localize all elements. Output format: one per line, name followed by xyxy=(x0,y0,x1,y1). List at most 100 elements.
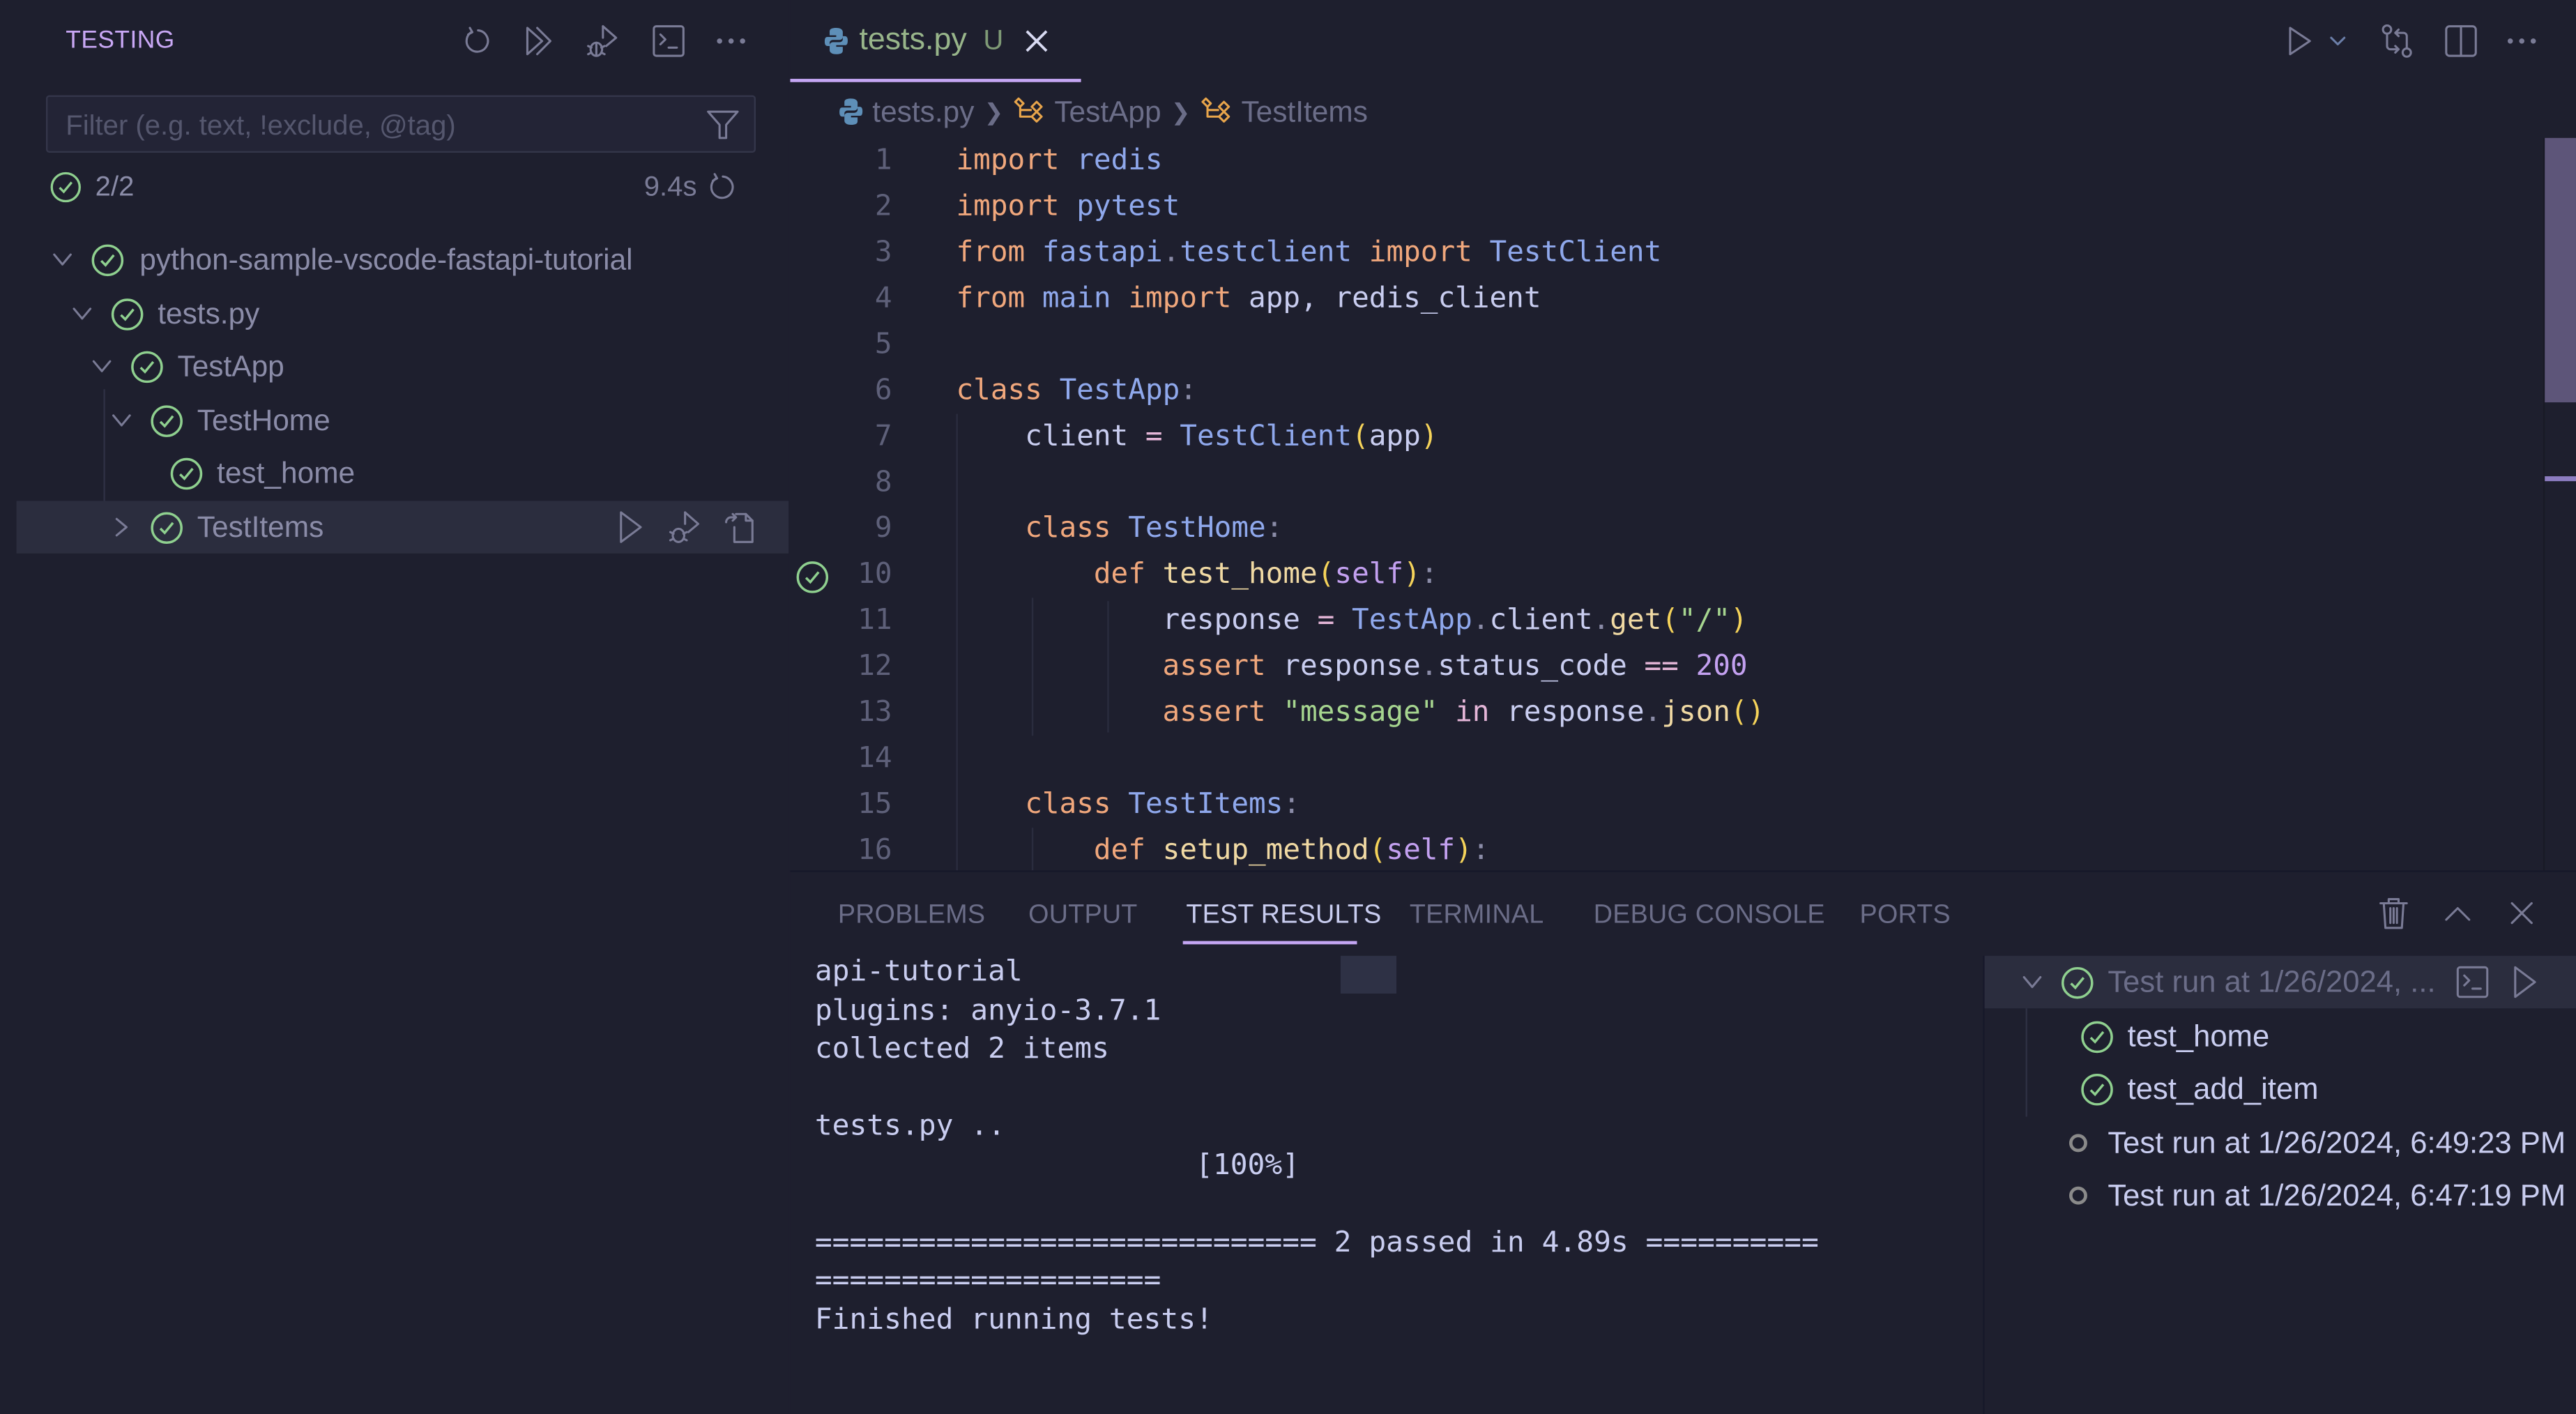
code-line[interactable]: 1 import redis xyxy=(790,138,2531,184)
debug-all-tests-button[interactable] xyxy=(581,20,624,62)
code-line[interactable]: 9 class TestHome: xyxy=(790,505,2531,552)
rerun-button[interactable] xyxy=(707,171,740,204)
panel-tab-problems[interactable]: PROBLEMS xyxy=(838,902,985,931)
active-tab-indicator xyxy=(790,79,1081,82)
code-token: TestApp xyxy=(1352,604,1472,637)
code-line[interactable]: 11 response = TestApp.client.get("/") xyxy=(790,598,2531,644)
panel-tab-ports[interactable]: PORTS xyxy=(1860,902,1951,931)
code-line[interactable]: 3 from fastapi.testclient import TestClie… xyxy=(790,230,2531,276)
code-line[interactable]: 16 def setup_method(self): xyxy=(790,828,2531,870)
line-number: 12 xyxy=(858,650,892,683)
run-all-tests-button[interactable] xyxy=(519,20,562,62)
open-changes-button[interactable] xyxy=(2374,20,2420,62)
rerun-test-run-button[interactable] xyxy=(2507,964,2543,1001)
line-number: 2 xyxy=(874,190,892,224)
output-line: ==================== xyxy=(814,1264,1161,1298)
output-line: [100%] xyxy=(814,1148,1300,1182)
code-token: . xyxy=(1472,604,1490,637)
tree-item-class-selected[interactable]: TestItems xyxy=(16,501,789,554)
code-token: assert xyxy=(1162,650,1266,683)
show-output-button[interactable] xyxy=(647,20,689,62)
split-editor-button[interactable] xyxy=(2439,20,2482,62)
test-output[interactable]: api-tutorial plugins: anyio-3.7.1 collecte… xyxy=(815,954,1965,1340)
code-token: : xyxy=(1420,558,1438,591)
refresh-tests-button[interactable] xyxy=(457,20,499,62)
tree-item-class[interactable]: TestHome xyxy=(17,394,789,446)
breadcrumb-class[interactable]: TestApp xyxy=(1013,94,1161,128)
filter-input[interactable] xyxy=(62,96,694,155)
unset-status-icon xyxy=(2069,1134,2087,1153)
run-test-button[interactable] xyxy=(611,508,651,547)
code-line[interactable]: 14 xyxy=(790,736,2531,782)
panel-tab-debug-console[interactable]: DEBUG CONSOLE xyxy=(1594,902,1825,931)
code-line[interactable]: 5 xyxy=(790,322,2531,368)
line-number: 4 xyxy=(874,282,892,316)
code-line[interactable]: 13 assert "message" in response.json() xyxy=(790,690,2531,736)
breadcrumb-file[interactable]: tests.py xyxy=(838,94,974,128)
clear-results-button[interactable] xyxy=(2374,893,2414,933)
more-actions-button[interactable] xyxy=(710,20,752,62)
test-passed-gutter-icon[interactable] xyxy=(795,560,830,594)
panel-tab-terminal[interactable]: TERMINAL xyxy=(1410,902,1544,931)
open-terminal-button[interactable] xyxy=(2455,964,2491,1001)
code-editor[interactable]: 1 import redis 2 import pytest 3 from fastapi… xyxy=(790,138,2531,871)
chevron-down-icon xyxy=(2022,975,2042,989)
breadcrumb-class[interactable]: TestItems xyxy=(1201,94,1368,128)
filter-icon[interactable] xyxy=(705,107,741,143)
line-content: from main import app, redis_client xyxy=(956,276,1541,322)
tree-item-class[interactable]: TestApp xyxy=(17,340,789,393)
code-token: : xyxy=(1180,374,1198,408)
test-run-current[interactable]: Test run at 1/26/2024, ... xyxy=(1984,955,2576,1009)
panel-tab-test-results[interactable]: TEST RESULTS xyxy=(1186,902,1381,931)
close-panel-button[interactable] xyxy=(2502,893,2542,933)
code-line[interactable]: 6 class TestApp: xyxy=(790,368,2531,414)
code-token: test_home xyxy=(1162,558,1318,591)
tree-item-workspace[interactable]: python-sample-vscode-fastapi-tutorial xyxy=(17,233,789,285)
passed-icon xyxy=(131,350,163,383)
output-line: api-tutorial xyxy=(814,955,1023,989)
maximize-panel-button[interactable] xyxy=(2438,893,2478,933)
close-icon xyxy=(2510,902,2533,925)
panel-tab-output[interactable]: OUTPUT xyxy=(1028,902,1137,931)
tree-item-file[interactable]: tests.py xyxy=(17,287,789,340)
tree-item-label: python-sample-vscode-fastapi-tutorial xyxy=(139,242,633,275)
tree-item-test[interactable]: test_home xyxy=(17,447,789,499)
line-number: 7 xyxy=(874,420,892,454)
code-token: setup_method xyxy=(1162,834,1369,867)
line-content: class TestHome: xyxy=(956,505,1283,552)
go-to-test-button[interactable] xyxy=(719,508,759,547)
code-line[interactable]: 15 class TestItems: xyxy=(790,782,2531,828)
editor-tab-tests-py[interactable]: tests.py U xyxy=(790,0,1081,82)
run-python-file-button[interactable] xyxy=(2280,20,2320,62)
test-run-previous[interactable]: Test run at 1/26/2024, 6:47:19 PM xyxy=(1985,1169,2576,1222)
code-line[interactable]: 7 client = TestClient(app) xyxy=(790,414,2531,460)
code-line[interactable]: 12 assert response.status_code == 200 xyxy=(790,644,2531,690)
test-run-previous[interactable]: Test run at 1/26/2024, 6:49:23 PM xyxy=(1985,1117,2576,1169)
code-token: testclient xyxy=(1180,236,1352,270)
code-token: assert xyxy=(1162,696,1266,729)
code-line[interactable]: 4 from main import app, redis_client xyxy=(790,276,2531,322)
editor-scrollbar-thumb[interactable] xyxy=(2545,137,2576,403)
test-result-item[interactable]: test_add_item xyxy=(1985,1063,2576,1115)
code-token: def xyxy=(1093,834,1145,867)
git-untracked-badge: U xyxy=(983,24,1004,56)
code-line[interactable]: 10 def test_home(self): xyxy=(790,552,2531,598)
close-icon xyxy=(1025,30,1047,52)
passed-icon xyxy=(91,243,124,275)
test-result-item[interactable]: test_home xyxy=(1985,1010,2576,1063)
code-line[interactable]: 8 xyxy=(790,460,2531,506)
breadcrumb-label: TestItems xyxy=(1241,94,1368,128)
code-token: class xyxy=(1025,788,1111,821)
filter-box xyxy=(45,95,756,155)
code-line[interactable]: 2 import pytest xyxy=(790,184,2531,230)
unset-status-icon xyxy=(2069,1186,2087,1205)
line-content: import pytest xyxy=(956,184,1180,230)
run-options-dropdown[interactable] xyxy=(2323,20,2352,62)
debug-test-button[interactable] xyxy=(665,508,705,547)
output-line: tests.py .. xyxy=(814,1110,1005,1143)
line-content: import redis xyxy=(956,138,1162,184)
close-tab-button[interactable] xyxy=(1023,28,1050,54)
editor-more-actions-button[interactable] xyxy=(2501,20,2543,62)
